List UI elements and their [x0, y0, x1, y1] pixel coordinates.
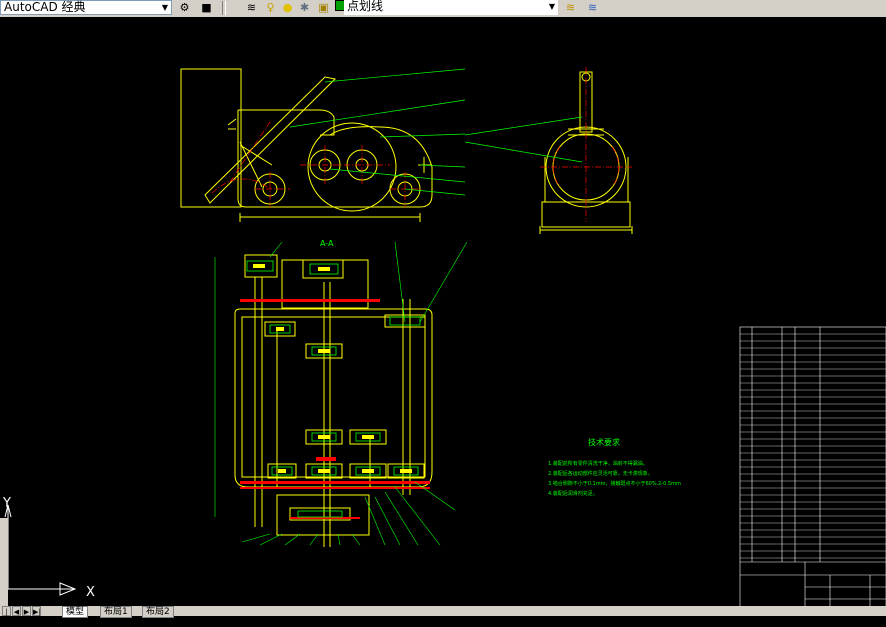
linetype-combo[interactable]: 点划线 ▼ [344, 0, 558, 15]
tab-layout2[interactable]: 布局2 [142, 606, 174, 618]
section-view [234, 254, 433, 547]
make-current-layer-icon[interactable]: ≋ [562, 0, 579, 16]
first-tab-icon[interactable]: |◀ [2, 606, 11, 626]
parts-list-rows [740, 333, 886, 559]
freeze-icon[interactable]: ✱ [296, 0, 313, 16]
lock-icon[interactable]: ▣ [315, 0, 332, 16]
workspace-value: AutoCAD 经典 [4, 0, 86, 14]
bulb-icon[interactable]: ♀ [262, 0, 279, 16]
tech-note-1: 1.装配前所有零件清洗干净，油封不得漏油。 [548, 460, 648, 467]
drawing-canvas[interactable]: A-A 技术要求 1.装配前所有零件清洗干净，油封不得漏油。 2.装配后各运动部… [0, 17, 886, 610]
prev-tab-icon[interactable]: ◀ [12, 606, 21, 616]
layout-tab-bar [0, 606, 886, 616]
next-tab-icon[interactable]: ▶ [22, 606, 31, 616]
ucs-x-label: X [86, 585, 95, 600]
tech-note-2: 2.装配后各运动部件应灵活可靠，无卡滞现象。 [548, 470, 653, 477]
tech-title: 技术要求 [588, 437, 620, 447]
side-centerlines [540, 67, 632, 222]
side-leaders [464, 116, 583, 163]
workspace-combo[interactable]: AutoCAD 经典 ▼ [0, 0, 172, 15]
tab-layout1[interactable]: 布局1 [100, 606, 132, 618]
linetype-value: 点划线 [347, 0, 384, 13]
chevron-down-icon[interactable]: ▼ [159, 1, 171, 14]
vertical-scrollbar[interactable] [0, 518, 8, 606]
sun-icon[interactable]: ● [279, 0, 296, 16]
section-leaders [214, 241, 468, 546]
tech-note-3: 3.啮合侧隙不小于0.1mm，接触斑点不小于60%.2-0.5mm [548, 480, 681, 487]
layers-icon[interactable]: ≋ [243, 0, 260, 16]
toolbar-separator [222, 1, 226, 15]
chevron-down-icon[interactable]: ▼ [546, 0, 558, 13]
tab-model[interactable]: 模型 [62, 606, 89, 618]
ucs-y-label: Y [2, 496, 11, 511]
save-workspace-icon[interactable]: ■ [198, 0, 215, 16]
workspace-settings-icon[interactable]: ⚙ [176, 0, 193, 16]
front-view [180, 68, 433, 222]
drawing-svg: A-A 技术要求 1.装配前所有零件清洗干净，油封不得漏油。 2.装配后各运动部… [2, 67, 886, 610]
ucs-icon [4, 504, 77, 596]
front-leaders [289, 68, 466, 196]
toolbar: AutoCAD 经典 ▼ ⚙ ■ ≋ ♀ ● ✱ ▣ 点划线 ▼ ≋ ≋ [0, 0, 886, 18]
section-label: A-A [320, 239, 334, 248]
gear-hatching [240, 299, 430, 519]
layer-previous-icon[interactable]: ≋ [584, 0, 601, 16]
last-tab-icon[interactable]: ▶| [32, 606, 41, 616]
parts-list-table [739, 326, 886, 610]
tech-requirements: 技术要求 1.装配前所有零件清洗干净，油封不得漏油。 2.装配后各运动部件应灵活… [548, 437, 681, 497]
tech-note-4: 4.装配后润滑剂充足。 [548, 490, 598, 497]
